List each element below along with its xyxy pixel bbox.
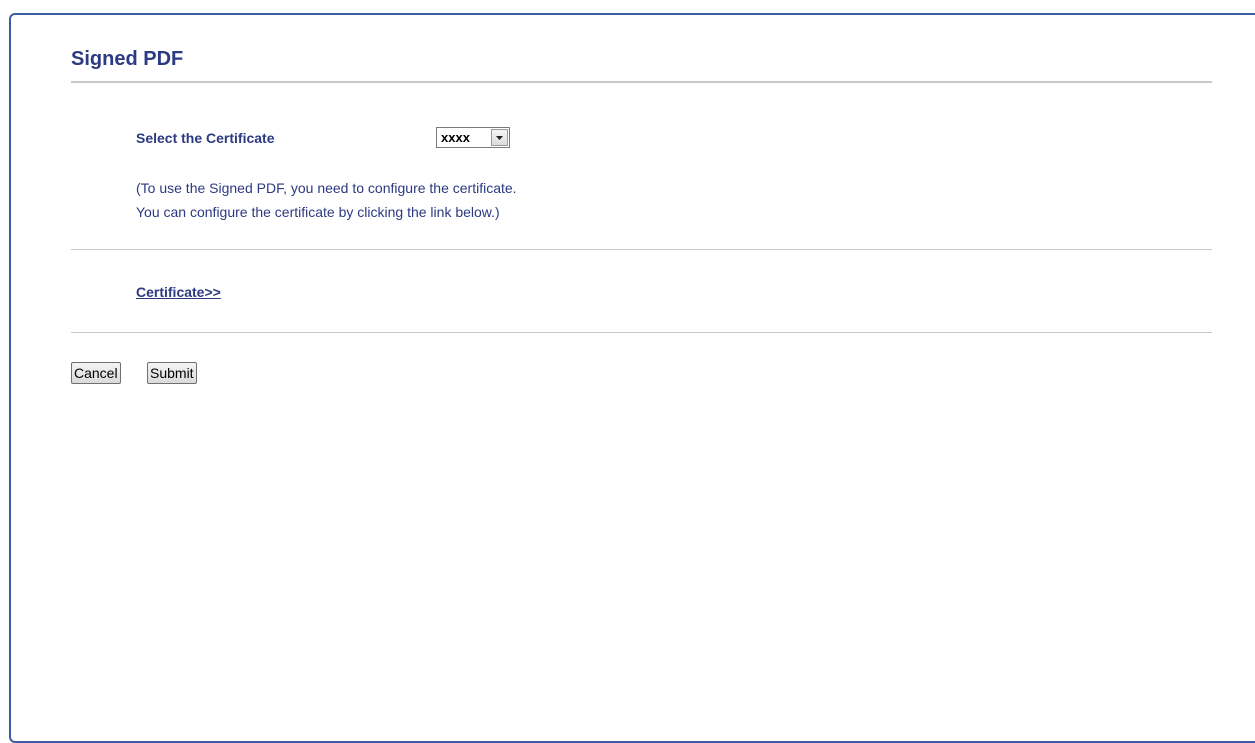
section-divider (71, 249, 1212, 250)
title-divider (71, 81, 1212, 83)
info-text-line-1: (To use the Signed PDF, you need to conf… (136, 180, 517, 196)
cancel-button[interactable]: Cancel (71, 362, 121, 384)
chevron-down-icon[interactable] (491, 129, 508, 146)
certificate-link[interactable]: Certificate>> (136, 283, 221, 301)
page-title: Signed PDF (71, 48, 184, 70)
certificate-select[interactable]: xxxx (436, 127, 510, 148)
section-divider (71, 332, 1212, 333)
select-certificate-label: Select the Certificate (136, 130, 275, 146)
certificate-select-value: xxxx (441, 130, 470, 145)
info-text-line-2: You can configure the certificate by cli… (136, 204, 500, 220)
submit-button[interactable]: Submit (147, 362, 197, 384)
